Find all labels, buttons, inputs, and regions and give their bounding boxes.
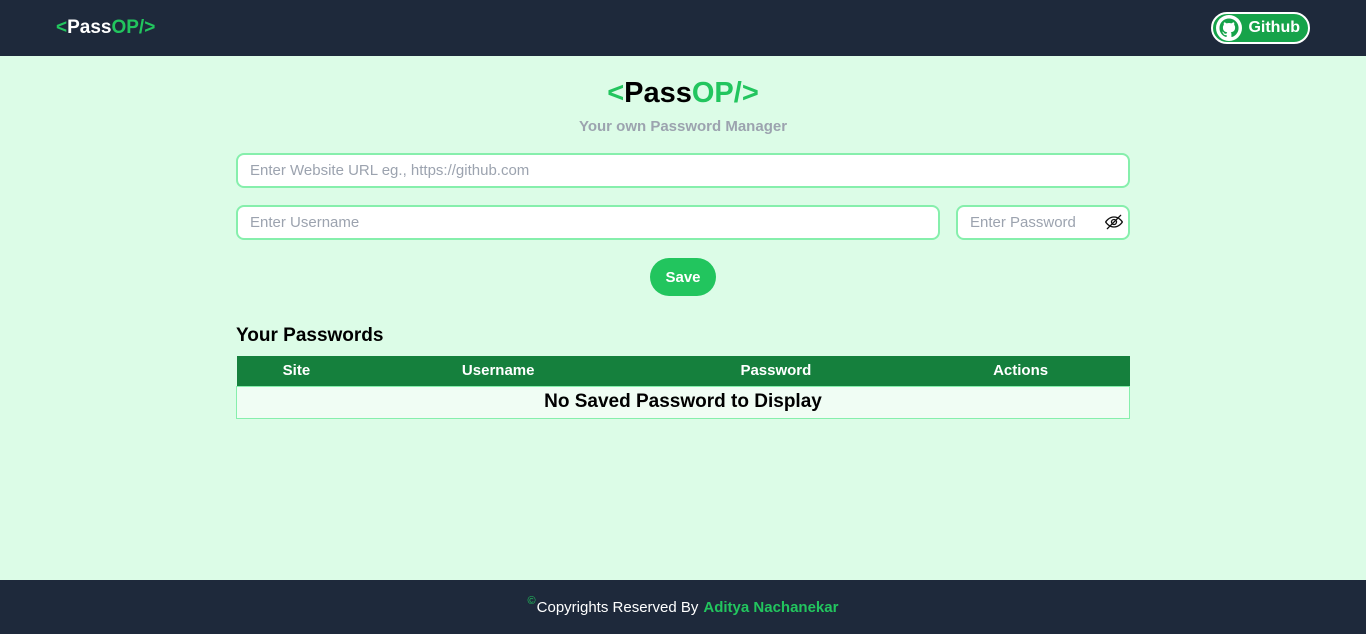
copyright-symbol: © [527,595,536,607]
passwords-heading: Your Passwords [236,325,384,346]
logo-pass-text: Pass [67,17,112,38]
main-content: <PassOP/> Your own Password Manager Save… [236,56,1130,419]
footer-author: Aditya Nachanekar [703,598,839,616]
page-title: <PassOP/> [236,76,1130,110]
footer: © Copyrights Reserved By Aditya Nachanek… [0,580,1366,634]
column-header-actions: Actions [993,362,1049,380]
eye-slash-icon[interactable] [1104,212,1124,232]
username-input[interactable] [236,205,940,240]
password-field-wrapper [956,205,1130,240]
empty-table-message: No Saved Password to Display [236,385,1130,419]
title-op-text: OP/> [691,77,759,109]
table-header-row: Site Username Password Actions [236,356,1130,386]
navbar: <PassOP/> Github [0,0,1366,56]
footer-text: Copyrights Reserved By [536,598,699,616]
title-bracket-open: < [607,77,625,109]
column-header-site: Site [282,362,311,380]
github-button[interactable]: Github [1211,12,1310,44]
github-icon [1216,15,1243,41]
logo-op-text: OP/> [111,17,156,38]
logo-bracket-open: < [56,17,68,38]
title-pass-text: Pass [624,77,692,109]
website-url-input[interactable] [236,153,1130,188]
github-label: Github [1248,19,1300,36]
table-row: No Saved Password to Display [236,385,1130,419]
passwords-table: Site Username Password Actions No Saved … [236,356,1130,419]
nav-logo[interactable]: <PassOP/> [56,17,155,39]
page-subtitle: Your own Password Manager [578,118,788,135]
column-header-username: Username [461,362,535,380]
column-header-password: Password [740,362,812,380]
save-button[interactable]: Save [650,258,716,296]
